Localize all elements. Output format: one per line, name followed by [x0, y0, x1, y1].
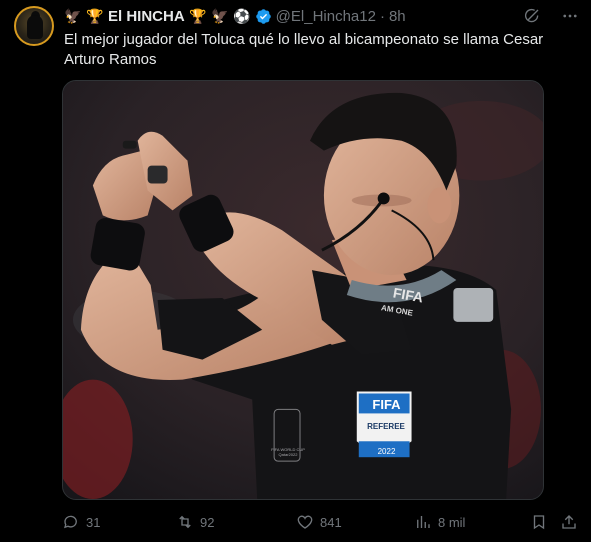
- like-count: 841: [320, 514, 342, 530]
- badge-year: 2022: [377, 447, 396, 456]
- like-button[interactable]: 841: [296, 513, 342, 531]
- soccer-ball-emoji-icon: ⚽: [232, 8, 251, 24]
- tweet-actions-bar: 31 92 841 8 mil: [62, 508, 580, 536]
- reply-count: 31: [86, 514, 101, 530]
- share-button[interactable]: [560, 513, 578, 531]
- retweet-button[interactable]: 92: [176, 513, 214, 531]
- tweet-header: 🦅 🏆 El HINCHA 🏆 🦅 ⚽ @El_Hincha12 · 8h: [64, 6, 406, 26]
- badge-brand: FIFA: [372, 397, 401, 412]
- bookmark-icon: [533, 515, 545, 530]
- eagle-emoji-icon: 🦅: [64, 8, 82, 24]
- tweet-time[interactable]: 8h: [389, 8, 406, 25]
- grok-icon[interactable]: [523, 7, 541, 25]
- retweet-icon: [179, 515, 191, 529]
- tweet-top-actions: [523, 7, 579, 25]
- reply-icon: [64, 515, 77, 529]
- avatar-figure-body: [27, 15, 43, 39]
- world-cup-crest-text: FIFA WORLD CUP Qatar2022: [271, 447, 305, 457]
- tweet-text: El mejor jugador del Toluca qué lo llevo…: [64, 31, 544, 68]
- tweet-media-image[interactable]: FIFA REFEREE 2022 FIFA AM ONE FIFA WORLD…: [62, 80, 544, 500]
- referee-photo: [63, 81, 543, 499]
- verified-badge-icon: [255, 8, 271, 24]
- author-name[interactable]: El HINCHA: [108, 8, 185, 25]
- share-icon: [562, 515, 576, 529]
- bookmark-button[interactable]: [530, 513, 548, 531]
- badge-role: REFEREE: [367, 422, 405, 431]
- author-avatar[interactable]: [14, 6, 54, 46]
- retweet-count: 92: [200, 514, 215, 530]
- views-bar-chart-icon: [417, 516, 430, 528]
- trophy-emoji-icon: 🏆: [86, 8, 104, 24]
- trophy-emoji-icon: 🏆: [188, 8, 207, 24]
- eagle-emoji-icon: 🦅: [210, 8, 229, 24]
- views-button[interactable]: 8 mil: [414, 513, 465, 531]
- reply-button[interactable]: 31: [62, 513, 100, 531]
- more-options-icon[interactable]: [561, 7, 579, 25]
- view-count: 8 mil: [438, 514, 466, 530]
- heart-icon: [297, 515, 313, 529]
- separator-dot: ·: [379, 7, 385, 25]
- author-handle[interactable]: @El_Hincha12: [276, 8, 376, 25]
